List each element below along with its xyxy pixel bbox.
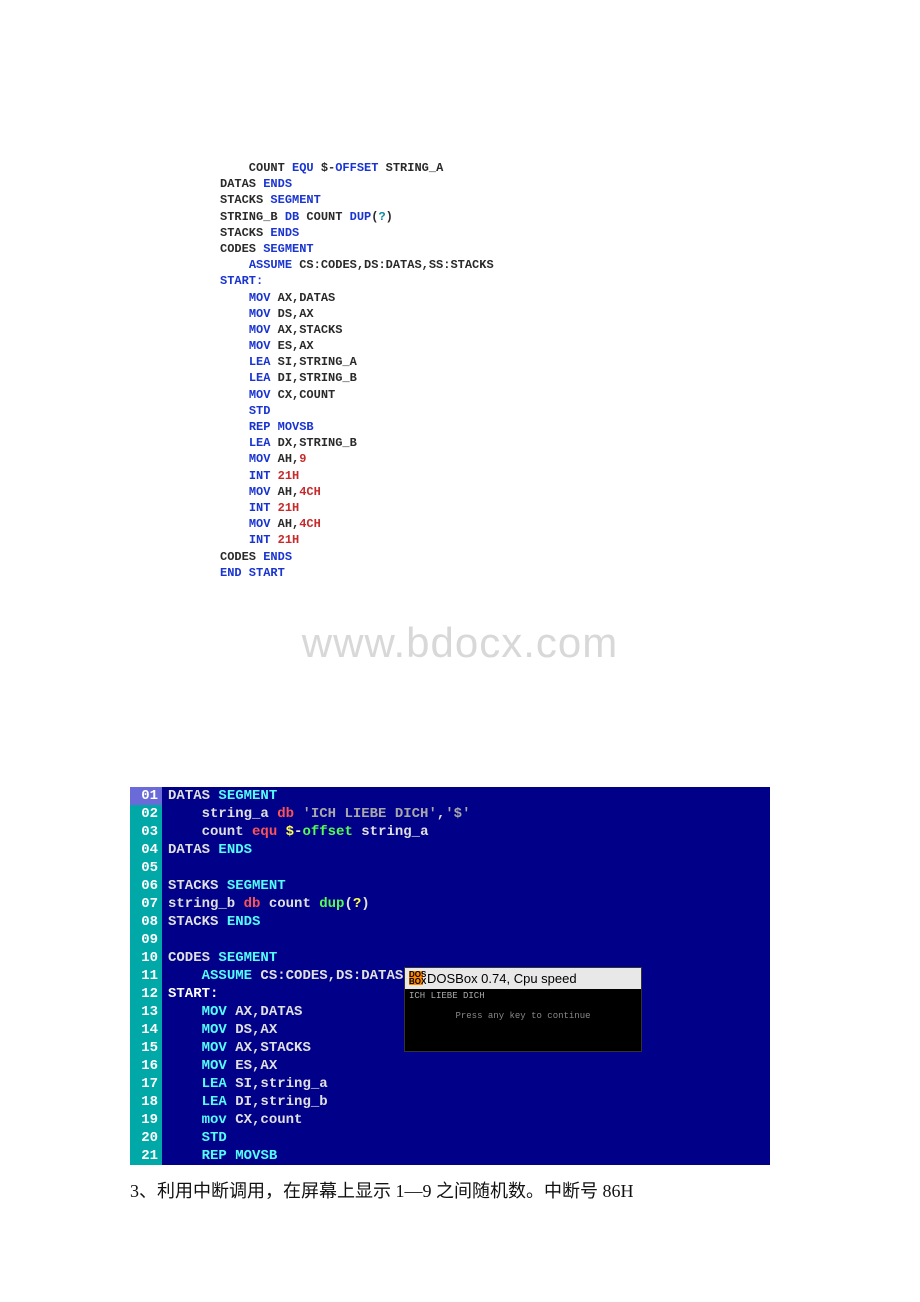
editor-row[interactable]: 10CODES SEGMENT <box>130 949 770 967</box>
line-number: 20 <box>130 1129 162 1147</box>
code-line: LEA DI,STRING_B <box>220 370 920 386</box>
line-number: 04 <box>130 841 162 859</box>
code-line: CODES ENDS <box>220 549 920 565</box>
source-listing-1: COUNT EQU $-OFFSET STRING_ADATAS ENDSSTA… <box>220 160 920 581</box>
line-number: 14 <box>130 1021 162 1039</box>
line-number: 03 <box>130 823 162 841</box>
editor-row[interactable]: 03 count equ $-offset string_a <box>130 823 770 841</box>
code-line: CODES SEGMENT <box>220 241 920 257</box>
dosbox-output-line: ICH LIEBE DICH <box>409 991 637 1001</box>
code-cell[interactable]: DATAS ENDS <box>162 841 770 859</box>
code-line: MOV AX,DATAS <box>220 290 920 306</box>
code-line: STD <box>220 403 920 419</box>
code-line: STACKS SEGMENT <box>220 192 920 208</box>
editor-row[interactable]: 02 string_a db 'ICH LIEBE DICH','$' <box>130 805 770 823</box>
dosbox-titlebar[interactable]: DOSBOX DOSBox 0.74, Cpu speed <box>405 968 641 989</box>
line-number: 15 <box>130 1039 162 1057</box>
code-line: INT 21H <box>220 532 920 548</box>
code-cell[interactable]: CODES SEGMENT <box>162 949 770 967</box>
line-number: 07 <box>130 895 162 913</box>
code-line: STACKS ENDS <box>220 225 920 241</box>
editor-row[interactable]: 04DATAS ENDS <box>130 841 770 859</box>
code-line: MOV AH,4CH <box>220 484 920 500</box>
editor-row[interactable]: 05 <box>130 859 770 877</box>
code-line: INT 21H <box>220 500 920 516</box>
code-cell[interactable]: count equ $-offset string_a <box>162 823 770 841</box>
code-editor-area: 01DATAS SEGMENT02 string_a db 'ICH LIEBE… <box>130 787 770 1165</box>
line-number: 01 <box>130 787 162 805</box>
code-cell[interactable]: MOV ES,AX <box>162 1057 770 1075</box>
code-line: MOV ES,AX <box>220 338 920 354</box>
code-cell[interactable]: string_b db count dup(?) <box>162 895 770 913</box>
line-number: 21 <box>130 1147 162 1165</box>
editor-row[interactable]: 17 LEA SI,string_a <box>130 1075 770 1093</box>
code-cell[interactable]: LEA SI,string_a <box>162 1075 770 1093</box>
code-cell[interactable]: REP MOVSB <box>162 1147 770 1165</box>
code-cell[interactable]: mov CX,count <box>162 1111 770 1129</box>
code-cell[interactable]: STACKS ENDS <box>162 913 770 931</box>
editor-row[interactable]: 16 MOV ES,AX <box>130 1057 770 1075</box>
line-number: 08 <box>130 913 162 931</box>
editor-row[interactable]: 06STACKS SEGMENT <box>130 877 770 895</box>
code-cell[interactable]: STD <box>162 1129 770 1147</box>
dosbox-press-any-key: Press any key to continue <box>409 1011 637 1021</box>
line-number: 17 <box>130 1075 162 1093</box>
line-number: 10 <box>130 949 162 967</box>
line-number: 06 <box>130 877 162 895</box>
line-number: 12 <box>130 985 162 1003</box>
code-line: INT 21H <box>220 468 920 484</box>
code-cell[interactable]: STACKS SEGMENT <box>162 877 770 895</box>
editor-row[interactable]: 18 LEA DI,string_b <box>130 1093 770 1111</box>
code-line: STRING_B DB COUNT DUP(?) <box>220 209 920 225</box>
editor-row[interactable]: 19 mov CX,count <box>130 1111 770 1129</box>
code-cell[interactable]: LEA DI,string_b <box>162 1093 770 1111</box>
code-line: START: <box>220 273 920 289</box>
dosbox-window[interactable]: DOSBOX DOSBox 0.74, Cpu speed ICH LIEBE … <box>404 967 642 1052</box>
code-line: LEA SI,STRING_A <box>220 354 920 370</box>
code-cell[interactable] <box>162 931 770 949</box>
line-number: 11 <box>130 967 162 985</box>
editor-row[interactable]: 09 <box>130 931 770 949</box>
editor-row[interactable]: 07string_b db count dup(?) <box>130 895 770 913</box>
dosbox-title-text: DOSBox 0.74, Cpu speed <box>427 971 577 986</box>
code-cell[interactable]: DATAS SEGMENT <box>162 787 770 805</box>
code-line: END START <box>220 565 920 581</box>
watermark: www.bdocx.com <box>0 619 920 667</box>
code-cell[interactable] <box>162 859 770 877</box>
code-line: LEA DX,STRING_B <box>220 435 920 451</box>
editor-row[interactable]: 08STACKS ENDS <box>130 913 770 931</box>
line-number: 16 <box>130 1057 162 1075</box>
editor-row[interactable]: 20 STD <box>130 1129 770 1147</box>
exercise-caption: 3、利用中断调用，在屏幕上显示 1—9 之间随机数。中断号 86H <box>130 1177 920 1203</box>
code-line: REP MOVSB <box>220 419 920 435</box>
code-line: MOV AH,4CH <box>220 516 920 532</box>
line-number: 19 <box>130 1111 162 1129</box>
code-line: MOV CX,COUNT <box>220 387 920 403</box>
dosbox-output: ICH LIEBE DICH Press any key to continue <box>405 989 641 1051</box>
code-cell[interactable]: string_a db 'ICH LIEBE DICH','$' <box>162 805 770 823</box>
code-line: DATAS ENDS <box>220 176 920 192</box>
dosbox-icon: DOSBOX <box>409 971 423 985</box>
editor-row[interactable]: 21 REP MOVSB <box>130 1147 770 1165</box>
line-number: 09 <box>130 931 162 949</box>
code-line: COUNT EQU $-OFFSET STRING_A <box>220 160 920 176</box>
code-line: MOV AX,STACKS <box>220 322 920 338</box>
line-number: 13 <box>130 1003 162 1021</box>
line-number: 02 <box>130 805 162 823</box>
editor-row[interactable]: 01DATAS SEGMENT <box>130 787 770 805</box>
line-number: 18 <box>130 1093 162 1111</box>
line-number: 05 <box>130 859 162 877</box>
code-line: MOV DS,AX <box>220 306 920 322</box>
code-line: ASSUME CS:CODES,DS:DATAS,SS:STACKS <box>220 257 920 273</box>
code-line: MOV AH,9 <box>220 451 920 467</box>
